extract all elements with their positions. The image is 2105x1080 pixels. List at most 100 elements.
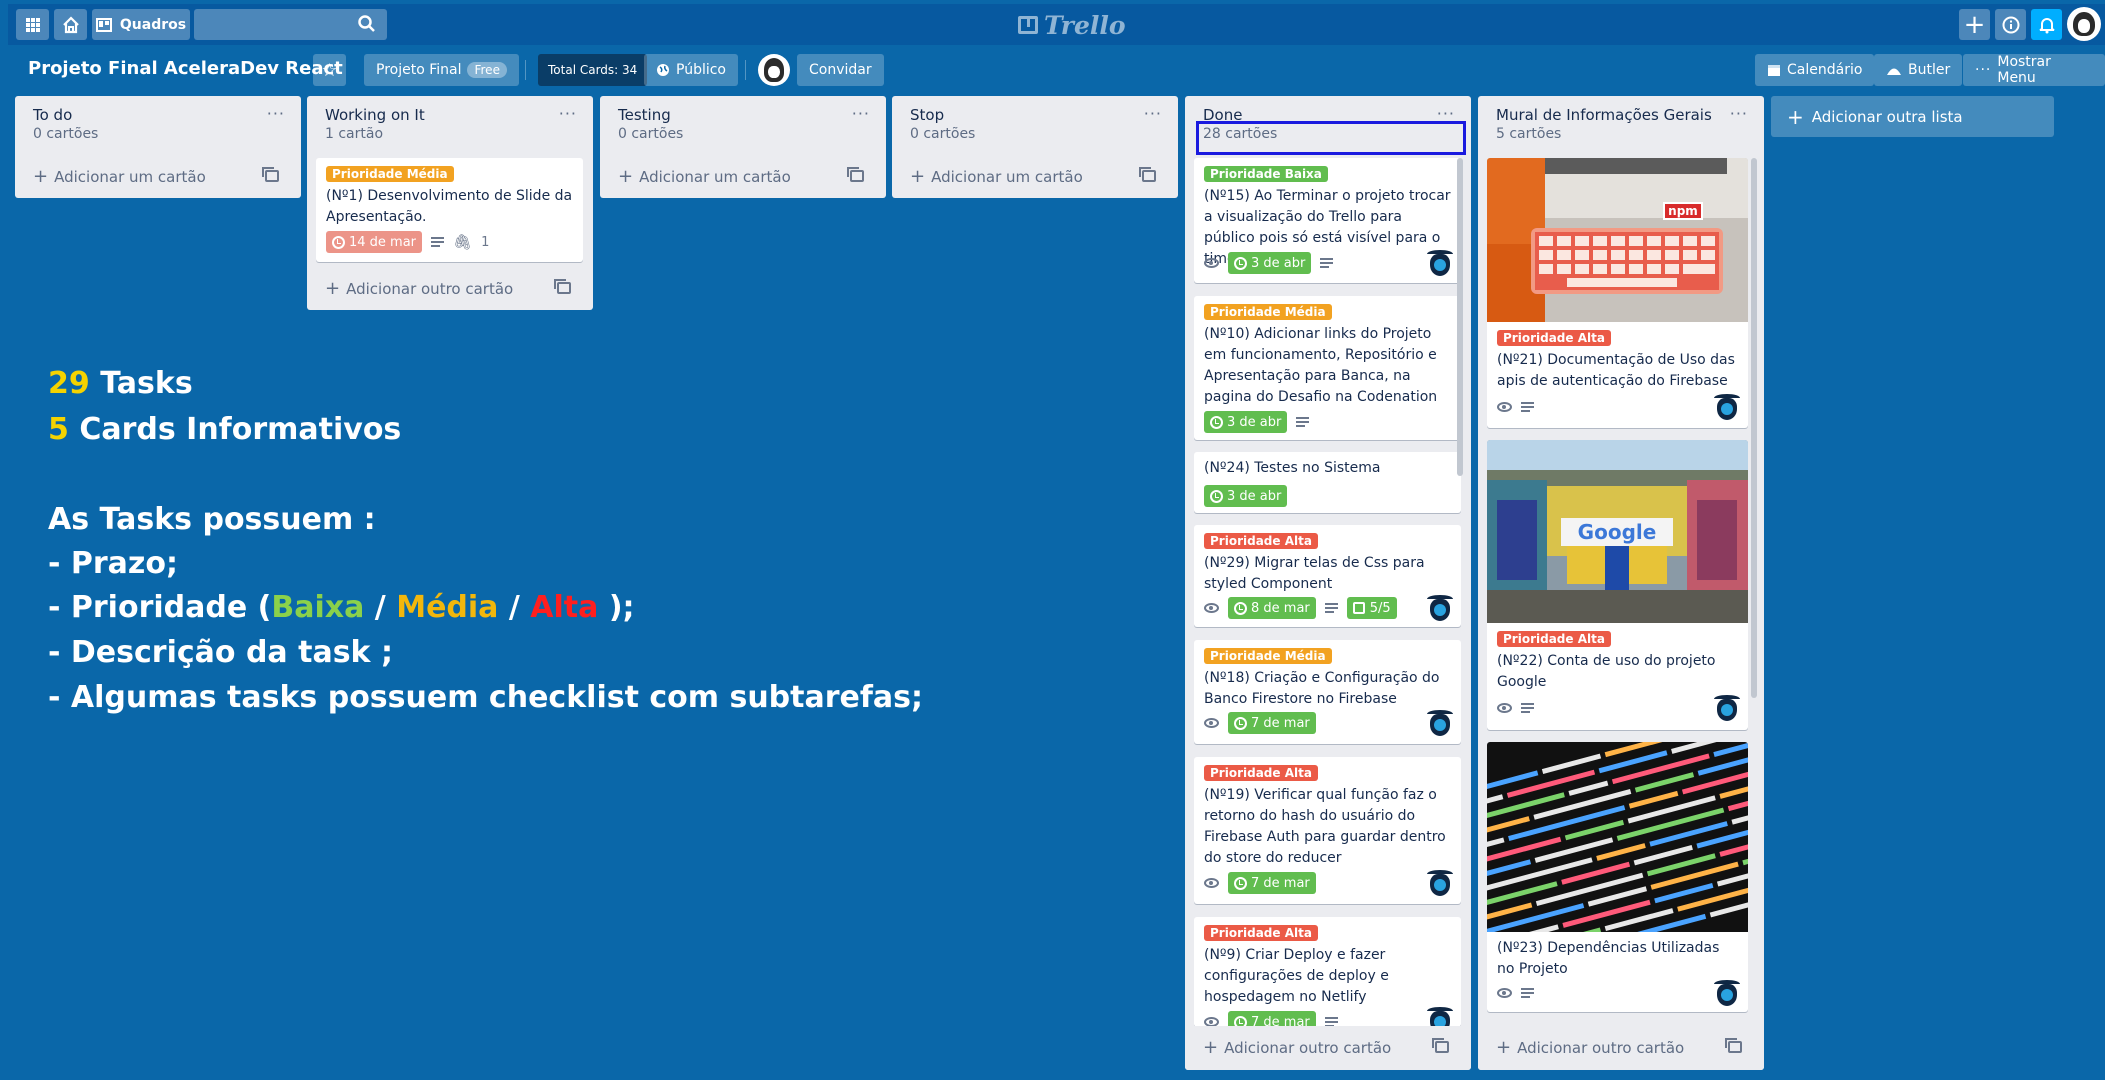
butler-button[interactable]: Butler [1874,54,1963,86]
card-badges: 7 de mar [1204,1011,1338,1027]
description-icon [1296,417,1310,427]
card[interactable]: Google Prioridade Alta (Nº22) Conta de u… [1487,440,1748,730]
apps-grid-icon[interactable] [16,9,49,40]
card[interactable]: Prioridade Alta (Nº9) Criar Deploy e faz… [1194,917,1461,1027]
card[interactable]: Prioridade Baixa (Nº15) Ao Terminar o pr… [1194,158,1461,283]
due-date-badge[interactable]: 7 de mar [1228,1011,1316,1027]
due-date: 3 de abr [1227,488,1282,504]
home-icon[interactable] [54,9,87,40]
trello-logo[interactable]: Trello [1018,10,1126,40]
list-menu-icon[interactable]: ··· [267,104,285,123]
list-title[interactable]: Mural de Informações Gerais [1496,106,1712,124]
add-card-button[interactable]: + Adicionar outro cartão [1496,1037,1684,1058]
card-title: (Nº21) Documentação de Uso das apis de a… [1497,352,1735,389]
due-date-badge[interactable]: 7 de mar [1228,712,1316,734]
add-card-button[interactable]: + Adicionar outro cartão [325,278,513,299]
card-template-icon[interactable] [1432,1038,1449,1053]
team-name: Projeto Final [376,62,462,78]
list-title[interactable]: Working on It [325,106,425,124]
list-title[interactable]: Stop [910,106,944,124]
card[interactable]: Prioridade Média (Nº18) Criação e Config… [1194,640,1461,744]
member-avatar[interactable] [1712,978,1742,1008]
member-avatar[interactable] [1712,392,1742,422]
priority-label: Prioridade Alta [1204,533,1318,549]
due-date-badge[interactable]: 3 de abr [1204,411,1288,433]
list-menu-icon[interactable]: ··· [559,104,577,123]
member-avatar[interactable] [1425,1005,1455,1027]
free-badge: Free [467,62,507,78]
member-avatar[interactable] [1712,693,1742,723]
visibility-button[interactable]: Público [644,54,738,86]
search-icon [358,15,375,32]
overlay-item-checklist: - Algumas tasks possuem checklist com su… [48,680,924,715]
search-input[interactable] [194,9,387,40]
card-template-icon[interactable] [262,167,279,182]
list-title[interactable]: To do [33,106,72,124]
card[interactable]: (Nº23) Dependências Utilizadas no Projet… [1487,742,1748,1012]
user-avatar[interactable] [2067,7,2101,41]
card[interactable]: Prioridade Média (Nº1) Desenvolvimento d… [316,158,583,262]
card-template-icon[interactable] [1139,167,1156,182]
overlay-item-prioridade: - Prioridade (Baixa / Média / Alta ); [48,590,635,625]
card-title: (Nº23) Dependências Utilizadas no Projet… [1497,940,1720,977]
card-badges: 8 de mar 5/5 [1204,597,1397,619]
card[interactable]: Prioridade Média (Nº10) Adicionar links … [1194,296,1461,440]
npm-logo-text: npm [1668,204,1698,218]
scrollbar[interactable] [1751,158,1757,698]
notifications-button[interactable] [2031,9,2062,40]
team-button[interactable]: Projeto Final Free [364,54,519,86]
add-card-label: Adicionar outro cartão [1224,1039,1392,1057]
member-avatar[interactable] [758,54,790,86]
star-button[interactable]: ☆ [313,54,346,86]
due-date-badge[interactable]: 3 de abr [1204,485,1288,507]
calendar-button[interactable]: Calendário [1755,54,1875,86]
show-menu-button[interactable]: ··· Mostrar Menu [1963,54,2105,86]
boards-button[interactable]: Quadros [92,9,190,40]
plus-icon: + [325,278,341,299]
list-menu-icon[interactable]: ··· [1730,104,1748,123]
due-date-badge[interactable]: 8 de mar [1228,597,1316,619]
clock-icon [1210,489,1223,503]
list-menu-icon[interactable]: ··· [852,104,870,123]
due-date-badge[interactable]: 7 de mar [1228,872,1316,894]
card-template-icon[interactable] [554,279,571,294]
add-card-button[interactable]: + Adicionar um cartão [618,166,791,187]
card-badges: 7 de mar [1204,872,1316,894]
priority-label: Prioridade Alta [1497,330,1611,346]
due-date: 7 de mar [1251,715,1310,731]
due-date-badge[interactable]: 14 de mar [326,231,423,253]
add-card-button[interactable]: + Adicionar um cartão [33,166,206,187]
top-nav-bar: Quadros Trello + [8,4,2105,45]
list-menu-icon[interactable]: ··· [1144,104,1162,123]
add-card-button[interactable]: + Adicionar outro cartão [1203,1037,1391,1058]
clock-icon [1210,415,1223,429]
card-title: (Nº18) Criação e Configuração do Banco F… [1204,670,1440,707]
card-template-icon[interactable] [847,167,864,182]
add-list-button[interactable]: + Adicionar outra lista [1771,96,2054,137]
list-card-count: 0 cartões [910,126,976,142]
member-avatar[interactable] [1425,593,1455,623]
create-button[interactable]: + [1959,9,1990,40]
scrollbar[interactable] [1457,158,1463,476]
card[interactable]: (Nº24) Testes no Sistema 3 de abr [1194,452,1461,513]
invite-button[interactable]: Convidar [797,54,884,86]
member-avatar[interactable] [1425,868,1455,898]
due-date-badge[interactable]: 3 de abr [1228,252,1312,274]
info-button[interactable] [1995,9,2026,40]
list-title[interactable]: Testing [618,106,671,124]
add-card-button[interactable]: + Adicionar um cartão [910,166,1083,187]
prioridade-suffix: ); [598,590,635,625]
card-title: (Nº24) Testes no Sistema [1204,460,1381,476]
card[interactable]: npm Prioridade Alta (Nº21) Documentação … [1487,158,1748,428]
board-title[interactable]: Projeto Final AceleraDev React [28,58,343,79]
list-card-count: 1 cartão [325,126,384,142]
clock-icon [1234,256,1247,270]
card[interactable]: Prioridade Alta (Nº29) Migrar telas de C… [1194,525,1461,627]
card-template-icon[interactable] [1725,1038,1742,1053]
card[interactable]: Prioridade Alta (Nº19) Verificar qual fu… [1194,757,1461,904]
checklist-badge[interactable]: 5/5 [1346,597,1397,619]
card-badges: 7 de mar [1204,712,1316,734]
member-avatar[interactable] [1425,248,1455,278]
member-avatar[interactable] [1425,708,1455,738]
clock-icon [1234,876,1247,890]
